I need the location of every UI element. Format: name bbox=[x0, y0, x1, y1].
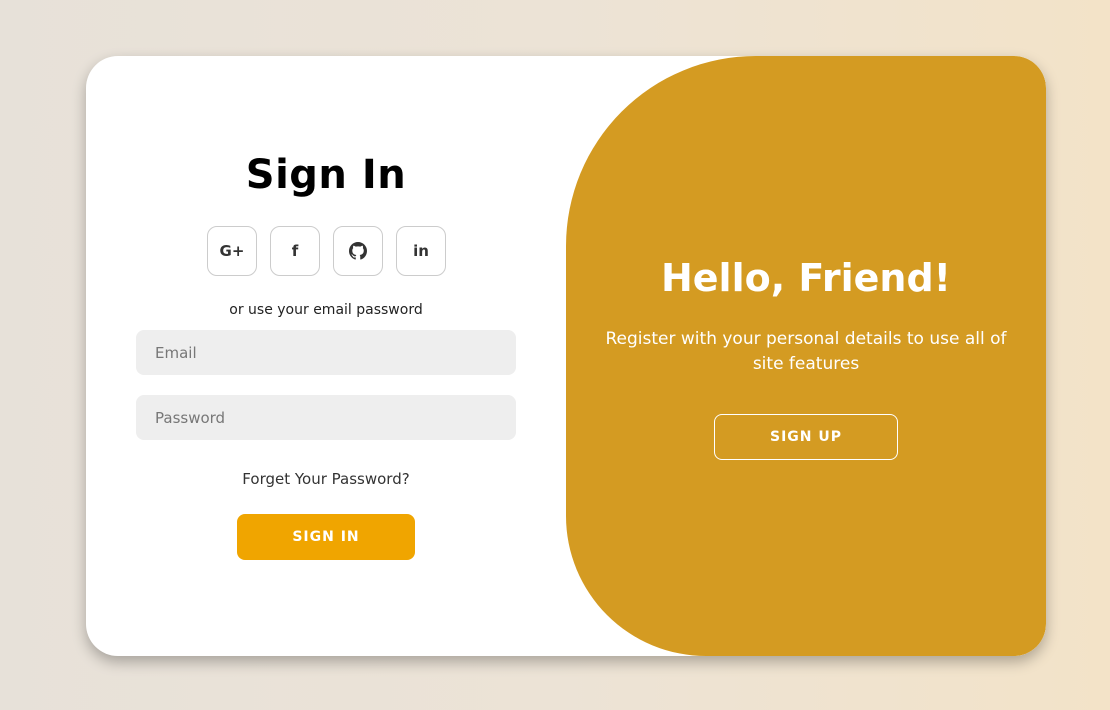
github-icon bbox=[349, 242, 367, 260]
facebook-icon: f bbox=[291, 242, 299, 260]
email-input[interactable] bbox=[136, 330, 516, 375]
auth-card: Sign In G+ f in or use your email passwo… bbox=[86, 56, 1046, 656]
sign-in-button[interactable]: SIGN IN bbox=[237, 514, 415, 560]
welcome-panel: Hello, Friend! Register with your person… bbox=[566, 56, 1046, 656]
google-plus-button[interactable]: G+ bbox=[207, 226, 257, 276]
sign-up-button[interactable]: SIGN UP bbox=[714, 414, 898, 460]
welcome-title: Hello, Friend! bbox=[660, 256, 952, 300]
forgot-password-link[interactable]: Forget Your Password? bbox=[86, 470, 566, 488]
social-login-row: G+ f in bbox=[207, 226, 446, 276]
linkedin-icon: in bbox=[413, 242, 429, 260]
github-button[interactable] bbox=[333, 226, 383, 276]
sign-in-title: Sign In bbox=[245, 152, 407, 198]
email-password-hint: or use your email password bbox=[229, 302, 423, 318]
register-text: Register with your personal details to u… bbox=[605, 329, 1007, 374]
google-plus-icon: G+ bbox=[219, 242, 245, 260]
facebook-button[interactable]: f bbox=[270, 226, 320, 276]
sign-in-panel: Sign In G+ f in or use your email passwo… bbox=[86, 56, 566, 656]
linkedin-button[interactable]: in bbox=[396, 226, 446, 276]
password-input[interactable] bbox=[136, 395, 516, 440]
